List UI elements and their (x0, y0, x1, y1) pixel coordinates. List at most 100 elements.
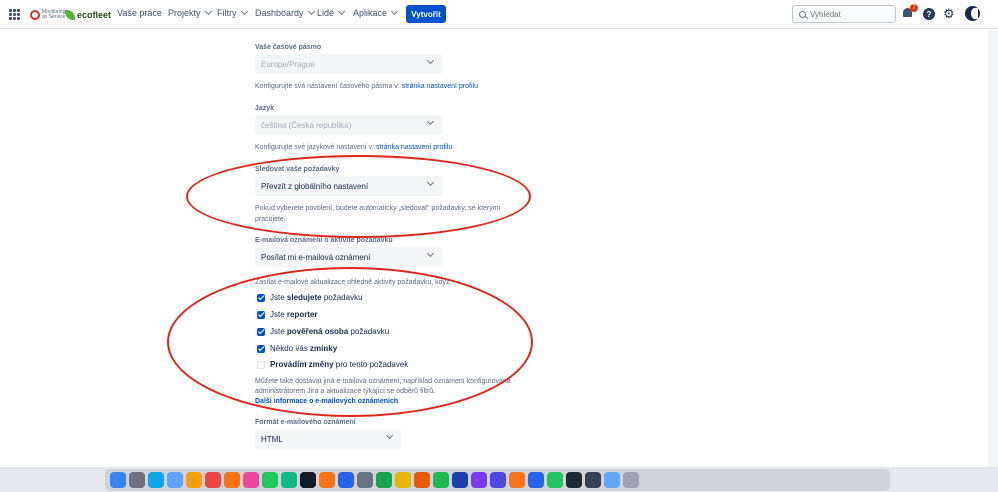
nav-label: Lidé (317, 8, 335, 18)
profile-settings-link[interactable]: stránka nastavení profilu (402, 83, 478, 90)
checkbox[interactable] (257, 327, 265, 336)
checkbox-my-changes[interactable]: Provádím změny pro tento požadavek (257, 360, 408, 369)
monitoring-logo[interactable]: Monitoring as Service (30, 7, 68, 22)
checkbox-assignee[interactable]: Jste pověřená osoba požadavku (257, 327, 389, 336)
scrollbar[interactable] (988, 30, 998, 467)
checkbox[interactable] (257, 310, 265, 319)
email-format-value: HTML (261, 434, 283, 444)
language-hint-text: Konfigurujte své jazykové nastavení v: (255, 144, 377, 151)
timezone-select: Europe/Prague (255, 54, 442, 74)
checkbox-label: Jste sledujete požadavku (270, 293, 363, 302)
vscode-icon[interactable] (528, 472, 544, 488)
watch-hint-line1: Pokud vyberete povolení, budete automati… (255, 205, 501, 212)
avatar[interactable] (965, 6, 980, 21)
chevron-down-icon (337, 7, 346, 16)
email-notifications-info-link[interactable]: Další informace o e-mailových oznámeních (255, 396, 398, 407)
preferences-icon[interactable] (357, 472, 373, 488)
timezone-value: Europe/Prague (261, 59, 315, 69)
folder-icon[interactable] (604, 472, 620, 488)
trash-icon[interactable] (623, 472, 639, 488)
watch-select[interactable]: Převzít z globálního nastavení (255, 176, 442, 196)
email-format-select[interactable]: HTML (255, 429, 401, 449)
watch-hint-line2: pracujete. (255, 216, 286, 223)
nav-projects[interactable]: Projekty (168, 7, 212, 18)
notes-icon[interactable] (186, 472, 202, 488)
create-button[interactable]: Vytvořit (406, 5, 446, 23)
terminal-icon[interactable] (566, 472, 582, 488)
facetime-icon[interactable] (281, 472, 297, 488)
language-label: Jazyk (255, 105, 275, 112)
launchpad-icon[interactable] (129, 472, 145, 488)
profile-settings-link[interactable]: stránka nastavení profilu (376, 144, 452, 151)
nav-dashboards[interactable]: Dashboardy (255, 7, 315, 18)
maps-icon[interactable] (376, 472, 392, 488)
chevron-down-icon (426, 249, 435, 258)
nav-label: Projekty (168, 8, 201, 18)
messages-icon[interactable] (262, 472, 278, 488)
language-value: čeština (Česká republika) (261, 120, 352, 130)
watch-value: Převzít z globálního nastavení (261, 181, 369, 191)
checkbox-watching[interactable]: Jste sledujete požadavku (257, 293, 363, 302)
leaf-icon (65, 9, 75, 20)
nav-people[interactable]: Lidé (317, 7, 346, 18)
timezone-label: Vaše časové pásmo (255, 44, 322, 51)
appstore-icon[interactable] (338, 472, 354, 488)
firefox-icon[interactable] (414, 472, 430, 488)
finder-icon[interactable] (110, 472, 126, 488)
nav-label: Filtry (217, 8, 237, 18)
email-activity-select[interactable]: Posílat mi e-mailová oznámení (255, 247, 442, 267)
calendar-icon[interactable] (205, 472, 221, 488)
email-activity-value: Posílat mi e-mailová oznámení (261, 252, 371, 262)
checkbox-label: Provádím změny pro tento požadavek (270, 360, 409, 369)
email-activity-label: E-mailová oznámení o aktivitě požadavku (255, 237, 393, 244)
checkbox-mentions[interactable]: Někdo vás zmínky (257, 344, 337, 353)
notification-badge: 7 (910, 4, 918, 12)
ecofleet-logo-text: ecofleet (77, 9, 112, 20)
pycharm-icon[interactable] (547, 472, 563, 488)
ecofleet-logo[interactable]: ecofleet (65, 7, 111, 22)
checkbox-reporter[interactable]: Jste reporter (257, 310, 318, 319)
activity-icon[interactable] (585, 472, 601, 488)
checkbox-label: Jste reporter (270, 310, 318, 319)
mail-icon[interactable] (167, 472, 183, 488)
chevron-down-icon (426, 117, 435, 126)
app-switcher-icon[interactable] (9, 9, 20, 20)
chevron-down-icon (385, 431, 394, 440)
teams-icon[interactable] (490, 472, 506, 488)
nav-your-work[interactable]: Vaše práce (117, 8, 162, 18)
photos-icon[interactable] (243, 472, 259, 488)
reminders-icon[interactable] (224, 472, 240, 488)
chevron-down-icon (204, 7, 212, 16)
slack-icon[interactable] (471, 472, 487, 488)
checkbox-label: Někdo vás zmínky (270, 344, 338, 353)
search-box[interactable] (792, 5, 896, 23)
spotify-icon[interactable] (433, 472, 449, 488)
checkbox-label: Jste pověřená osoba požadavku (270, 327, 390, 336)
timezone-hint: Konfigurujte svá nastavení časového pásm… (255, 81, 478, 92)
nav-filters[interactable]: Filtry (217, 7, 248, 18)
monitoring-logo-icon (30, 9, 40, 20)
language-select: čeština (Česká republika) (255, 115, 442, 135)
send-updates-label: Zasílat e-mailové aktualizace ohledně ak… (255, 279, 452, 286)
checkbox[interactable] (257, 360, 265, 369)
chrome-icon[interactable] (395, 472, 411, 488)
checkbox[interactable] (257, 344, 265, 353)
search-input[interactable] (810, 9, 890, 19)
language-hint: Konfigurujte své jazykové nastavení v: s… (255, 142, 452, 153)
books-icon[interactable] (319, 472, 335, 488)
nav-label: Aplikace (353, 8, 388, 18)
safari-icon[interactable] (148, 472, 164, 488)
chevron-down-icon (390, 7, 399, 16)
gear-icon[interactable]: ⚙ (943, 7, 956, 20)
checkbox[interactable] (257, 293, 265, 302)
nav-label: Dashboardy (255, 8, 304, 18)
sublime-icon[interactable] (509, 472, 525, 488)
tv-icon[interactable] (300, 472, 316, 488)
timezone-hint-text: Konfigurujte svá nastavení časového pásm… (255, 83, 402, 90)
chevron-down-icon (240, 7, 248, 16)
vpn-icon[interactable] (452, 472, 468, 488)
chevron-down-icon (426, 56, 435, 65)
chevron-down-icon (426, 178, 435, 187)
help-icon[interactable]: ? (923, 8, 935, 20)
nav-apps[interactable]: Aplikace (353, 7, 399, 18)
